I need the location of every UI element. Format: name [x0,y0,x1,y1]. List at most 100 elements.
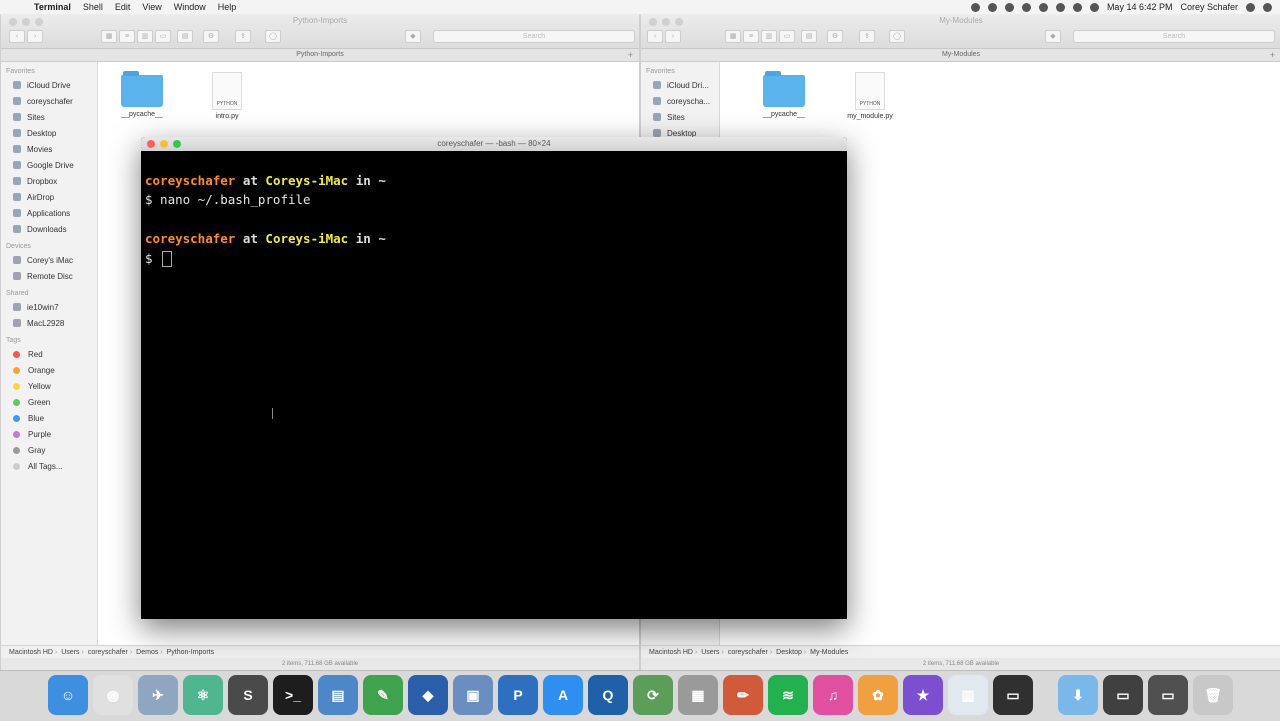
menu-window[interactable]: Window [174,2,206,12]
list-view-icon[interactable]: ≡ [119,30,135,43]
icon-view-icon[interactable]: ▦ [101,30,117,43]
back-icon[interactable]: ‹ [9,30,25,43]
dropbox-toolbar-icon[interactable]: ◆ [405,30,421,43]
path-crumb[interactable]: Macintosh HD [9,649,57,656]
share-icon[interactable]: ⇪ [859,30,875,43]
calculator-icon[interactable]: ▦ [678,675,718,715]
menu-shell[interactable]: Shell [83,2,103,12]
path-crumb[interactable]: Users [701,649,724,656]
back-icon[interactable]: ‹ [647,30,663,43]
sidebar-tag-red[interactable]: Red [1,346,97,362]
sidebar-item-icloud-drive[interactable]: iCloud Drive [1,77,97,93]
window-thumb-2-icon[interactable]: ▭ [1148,675,1188,715]
network-icon[interactable]: ⟳ [633,675,673,715]
sidebar-item-sites[interactable]: Sites [1,109,97,125]
tag-icon[interactable]: ◯ [889,30,905,43]
evernote-icon[interactable]: ✎ [363,675,403,715]
bluetooth-icon[interactable] [1055,2,1065,12]
forward-icon[interactable]: › [665,30,681,43]
terminal-output[interactable]: coreyschafer at Coreys-iMac in ~ $ nano … [141,151,847,268]
search-field[interactable]: Search [433,30,635,43]
sidebar-item-movies[interactable]: Movies [1,141,97,157]
volume-icon[interactable] [1089,2,1099,12]
spotify-icon[interactable]: ≋ [768,675,808,715]
airplay-icon[interactable] [1021,2,1031,12]
photoshop-icon[interactable]: ◆ [408,675,448,715]
sidebar-item-macl2928[interactable]: MacL2928 [1,315,97,331]
action-gear-icon[interactable]: ⚙ [827,30,843,43]
path-crumb[interactable]: Macintosh HD [649,649,697,656]
screenshot-icon[interactable]: ▭ [993,675,1033,715]
file-item-pycache[interactable]: __pycache__ [744,71,824,118]
search-field[interactable]: Search [1073,30,1275,43]
preview-icon[interactable]: ▤ [318,675,358,715]
downloads-folder-icon[interactable]: ⬇ [1058,675,1098,715]
icon-view-icon[interactable]: ▦ [725,30,741,43]
arrange-icon[interactable]: ▤ [801,30,817,43]
minimize-button[interactable] [160,140,168,148]
sidebar-item-imac[interactable]: Corey's iMac [1,252,97,268]
photos-icon[interactable]: ✿ [858,675,898,715]
path-crumb[interactable]: Python-Imports [167,649,214,656]
terminal-window[interactable]: coreyschafer — -bash — 80×24 coreyschafe… [141,137,847,619]
sidebar-tag-blue[interactable]: Blue [1,410,97,426]
arrange-icon[interactable]: ▤ [177,30,193,43]
menu-edit[interactable]: Edit [115,2,131,12]
path-crumb[interactable]: Users [61,649,84,656]
file-item-my-module-py[interactable]: PYTHON my_module.py [830,72,910,120]
new-tab-icon[interactable]: + [1270,49,1275,61]
new-tab-icon[interactable]: + [628,49,633,61]
pycharm-icon[interactable]: P [498,675,538,715]
path-crumb[interactable]: My-Modules [810,649,848,656]
sidebar-item-applications[interactable]: Applications [1,205,97,221]
quicktime-icon[interactable]: Q [588,675,628,715]
sidebar-item-desktop[interactable]: Desktop [1,125,97,141]
sidebar-item-remote-disc[interactable]: Remote Disc [1,268,97,284]
sidebar-item-google-drive[interactable]: Google Drive [1,157,97,173]
chrome-icon[interactable]: ◉ [93,675,133,715]
path-crumb[interactable]: coreyschafer [88,649,132,656]
virtualbox-icon[interactable]: ▣ [453,675,493,715]
time-machine-icon[interactable] [1038,2,1048,12]
sidebar-item-downloads[interactable]: Downloads [1,221,97,237]
sidebar-item-home[interactable]: coreyschafer [1,93,97,109]
share-icon[interactable]: ⇪ [235,30,251,43]
spotlight-icon[interactable] [1246,2,1255,12]
sidebar-tag-purple[interactable]: Purple [1,426,97,442]
sidebar-item-airdrop[interactable]: AirDrop [1,189,97,205]
trash-icon[interactable]: 🗑 [1193,675,1233,715]
menu-app-name[interactable]: Terminal [34,2,71,12]
menu-view[interactable]: View [142,2,161,12]
gallery-view-icon[interactable]: ▭ [779,30,795,43]
record-icon[interactable] [970,2,980,12]
sidebar-tag-yellow[interactable]: Yellow [1,378,97,394]
finder-icon[interactable]: ☺ [48,675,88,715]
file-item-pycache[interactable]: __pycache__ [102,71,182,118]
numbers-icon[interactable]: ▥ [948,675,988,715]
zoom-button[interactable] [173,140,181,148]
column-view-icon[interactable]: ▥ [761,30,777,43]
sidebar-item-icloud-drive[interactable]: iCloud Dri... [641,77,719,93]
sidebar-item-sites[interactable]: Sites [641,109,719,125]
dropbox-status-icon[interactable] [987,2,997,12]
sidebar-item-ie10win7[interactable]: ie10win7 [1,299,97,315]
pencil-icon[interactable]: ✏ [723,675,763,715]
column-view-icon[interactable]: ▥ [137,30,153,43]
input-line[interactable]: $ [145,249,847,268]
sidebar-tag-orange[interactable]: Orange [1,362,97,378]
itunes-icon[interactable]: ♫ [813,675,853,715]
path-crumb[interactable]: Demos [136,649,162,656]
sublime-icon[interactable]: S [228,675,268,715]
forward-icon[interactable]: › [27,30,43,43]
sidebar-all-tags[interactable]: All Tags... [1,458,97,474]
menu-help[interactable]: Help [218,2,237,12]
list-view-icon[interactable]: ≡ [743,30,759,43]
notification-center-icon[interactable] [1263,2,1272,12]
sidebar-item-home[interactable]: coreyscha... [641,93,719,109]
appstore-icon[interactable]: A [543,675,583,715]
path-crumb[interactable]: coreyschafer [728,649,772,656]
launchpad-icon[interactable]: ✈ [138,675,178,715]
imovie-icon[interactable]: ★ [903,675,943,715]
action-gear-icon[interactable]: ⚙ [203,30,219,43]
sidebar-tag-green[interactable]: Green [1,394,97,410]
